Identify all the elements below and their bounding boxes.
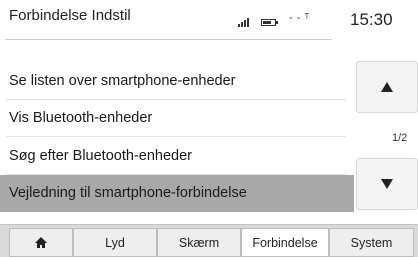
page-title: Forbindelse Indstil (9, 7, 131, 24)
settings-menu: Se listen over smartphone-enheder Vis Bl… (0, 62, 354, 212)
tab-system[interactable]: System (329, 228, 414, 257)
menu-item-search-bluetooth[interactable]: Søg efter Bluetooth-enheder (0, 137, 354, 175)
tab-bar: Lyd Skærm Forbindelse System (0, 224, 418, 257)
menu-item-label: Vis Bluetooth-enheder (9, 110, 153, 127)
scrollbar: 1/2 (356, 58, 418, 210)
tab-label: Skærm (178, 235, 220, 250)
menu-item-label: Søg efter Bluetooth-enheder (9, 147, 192, 164)
tab-label: Forbindelse (252, 235, 318, 250)
clock: 15:30 (350, 10, 393, 29)
tab-display[interactable]: Skærm (157, 228, 241, 257)
menu-item-show-bluetooth[interactable]: Vis Bluetooth-enheder (0, 100, 354, 137)
tab-label: System (350, 235, 393, 250)
header-divider (5, 39, 332, 40)
menu-item-smartphone-guide[interactable]: Vejledning til smartphone-forbindelse (0, 174, 354, 212)
menu-item-label: Se listen over smartphone-enheder (9, 72, 236, 89)
menu-item-label: Vejledning til smartphone-forbindelse (9, 185, 247, 202)
header-bar: Forbindelse Indstil - - ᵀ 15:30 (0, 0, 418, 40)
tab-label: Lyd (105, 235, 125, 250)
scroll-down-button[interactable] (356, 158, 418, 210)
tab-home[interactable] (9, 228, 73, 257)
tab-connection[interactable]: Forbindelse (241, 228, 329, 257)
home-icon (35, 237, 47, 248)
signal-strength-icon (238, 18, 249, 27)
scroll-up-button[interactable] (356, 61, 418, 113)
arrow-up-icon (381, 82, 393, 92)
page-indicator: 1/2 (392, 132, 408, 144)
tab-sound[interactable]: Lyd (73, 228, 157, 257)
battery-icon (261, 19, 278, 26)
menu-item-smartphone-list[interactable]: Se listen over smartphone-enheder (0, 62, 354, 100)
network-status: - - ᵀ (289, 12, 310, 24)
arrow-down-icon (381, 179, 393, 189)
